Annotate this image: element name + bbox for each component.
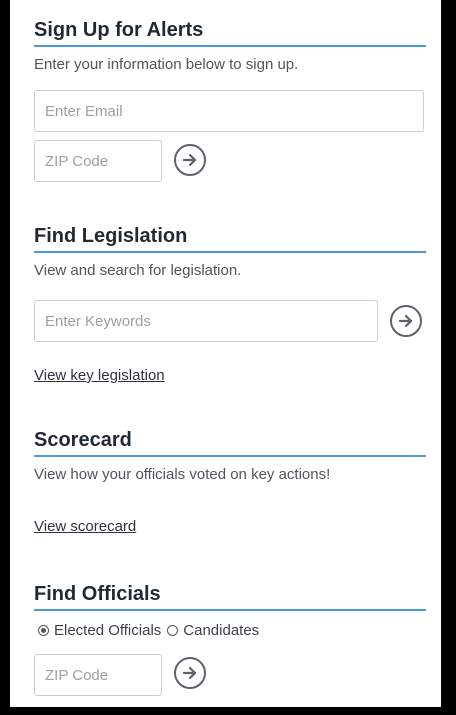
scorecard-heading: Scorecard [34, 428, 426, 457]
candidates-radio[interactable] [167, 625, 179, 636]
email-input[interactable] [34, 90, 424, 132]
alerts-zip-input[interactable] [34, 140, 162, 182]
elected-officials-radio[interactable] [38, 625, 49, 636]
elected-officials-label[interactable]: Elected Officials [54, 622, 161, 639]
arrow-right-icon [398, 314, 413, 328]
legislation-description: View and search for legislation. [34, 262, 242, 279]
alerts-section: Sign Up for Alerts Enter your informatio… [34, 18, 426, 182]
legislation-search-button[interactable] [390, 305, 422, 337]
view-key-legislation-link[interactable]: View key legislation [34, 367, 165, 384]
alerts-description: Enter your information below to sign up. [34, 56, 299, 73]
legislation-section: Find Legislation View and search for leg… [34, 224, 426, 384]
officials-section: Find Officials Elected Officials Candida… [34, 582, 426, 696]
candidates-label[interactable]: Candidates [183, 622, 259, 639]
sidebar-panel: Sign Up for Alerts Enter your informatio… [10, 0, 441, 707]
arrow-right-icon [182, 153, 197, 167]
scorecard-description: View how your officials voted on key act… [34, 466, 331, 483]
scorecard-section: Scorecard View how your officials voted … [34, 428, 426, 535]
alerts-heading: Sign Up for Alerts [34, 18, 426, 47]
alerts-submit-button[interactable] [174, 144, 206, 176]
officials-heading: Find Officials [34, 582, 426, 611]
view-scorecard-link[interactable]: View scorecard [34, 518, 136, 535]
officials-type-radio-group: Elected Officials Candidates [38, 622, 259, 639]
legislation-heading: Find Legislation [34, 224, 426, 253]
arrow-right-icon [182, 666, 197, 680]
officials-submit-button[interactable] [174, 657, 206, 689]
officials-zip-input[interactable] [34, 654, 162, 696]
keywords-input[interactable] [34, 300, 378, 342]
